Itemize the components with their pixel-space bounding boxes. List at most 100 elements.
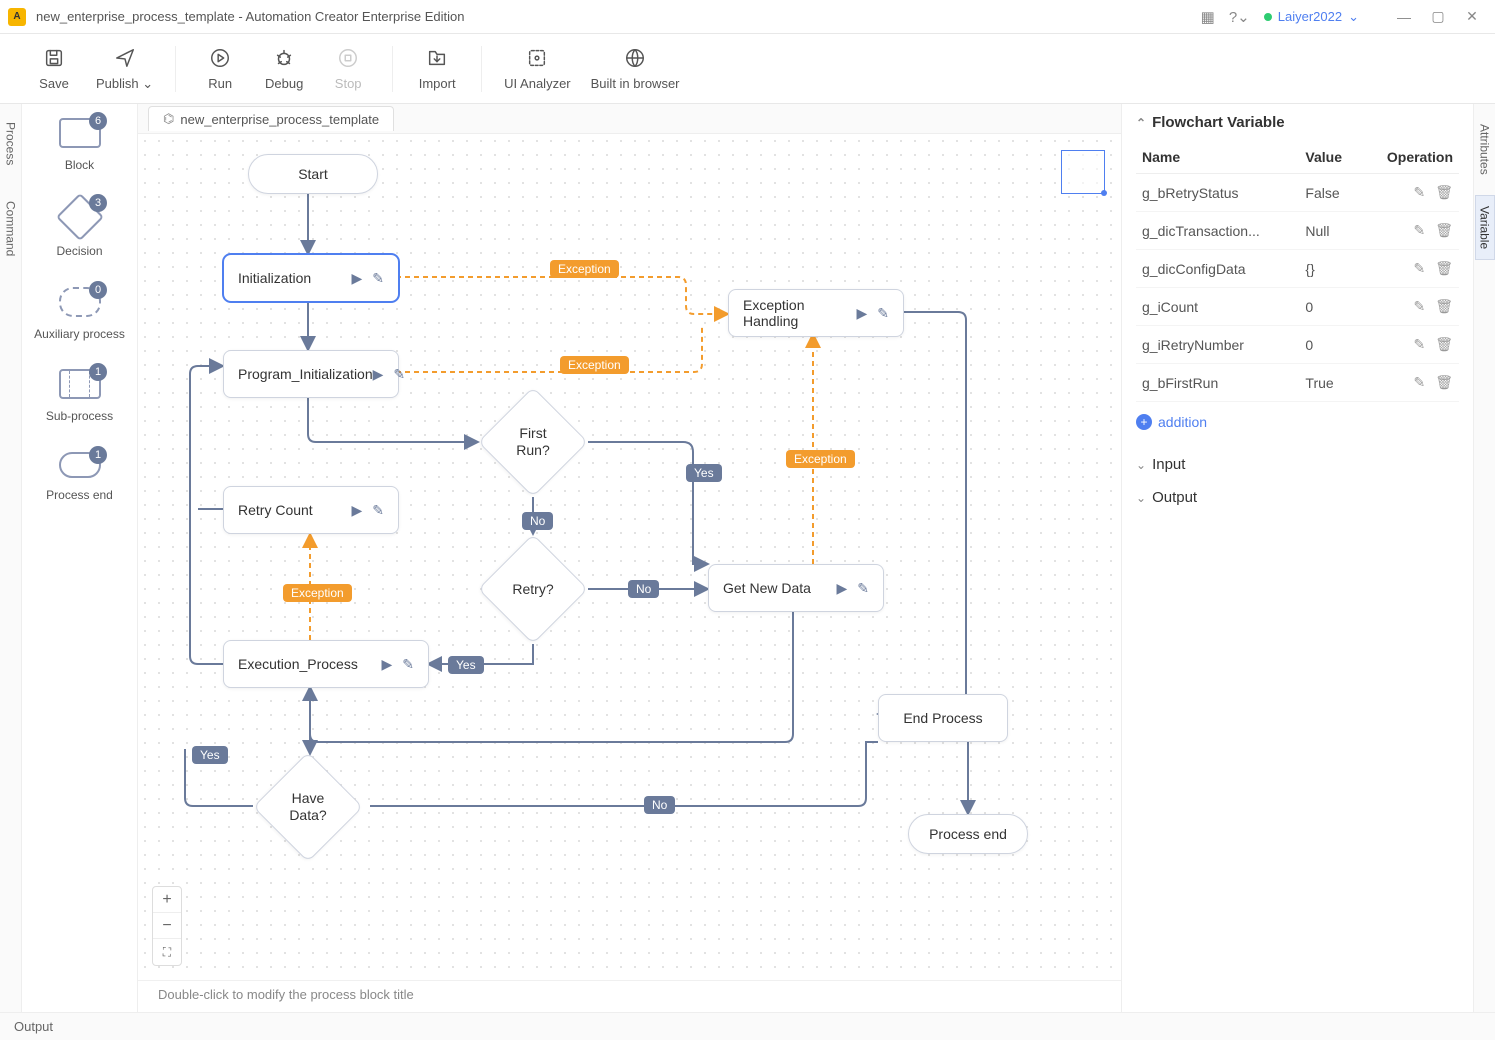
edit-icon[interactable]: ✎ [1413,374,1425,390]
var-value: 0 [1299,326,1360,364]
table-row: g_iCount0 ✎ 🗑 [1136,288,1459,326]
edit-icon[interactable]: ✎ [1413,222,1425,238]
play-icon[interactable]: ▶ [836,580,847,597]
edit-icon[interactable]: ✎ [1413,336,1425,352]
palette-sub-process[interactable]: 1 Sub-process [26,369,133,423]
apps-icon[interactable]: ▦ [1201,8,1215,26]
stop-button: Stop [326,46,370,91]
node-process-end[interactable]: Process end [908,814,1028,854]
edit-icon[interactable]: ✎ [877,305,889,322]
right-tab-variable[interactable]: Variable [1475,195,1495,260]
edit-icon[interactable]: ✎ [1413,260,1425,276]
edit-icon[interactable]: ✎ [372,502,384,519]
close-button[interactable]: ✕ [1457,5,1487,29]
publish-button[interactable]: Publish ⌄ [96,46,153,92]
delete-icon[interactable]: 🗑 [1435,336,1453,352]
add-variable-link[interactable]: + addition [1136,414,1459,430]
zoom-in-button[interactable]: + [153,887,181,913]
minimap[interactable] [1061,150,1105,194]
play-icon[interactable]: ▶ [373,366,384,383]
node-initialization[interactable]: Initialization ▶✎ [223,254,399,302]
edge-label-yes: Yes [448,656,484,674]
node-first-run[interactable]: First Run? [478,387,588,497]
editor-tab[interactable]: ⌬ new_enterprise_process_template [148,106,394,131]
main-area: Process Command 6 Block 3 Decision 0 Aux… [0,104,1495,1012]
edit-icon[interactable]: ✎ [402,656,414,673]
user-menu[interactable]: Laiyer2022 ⌄ [1264,9,1359,25]
delete-icon[interactable]: 🗑 [1435,184,1453,200]
palette-decision[interactable]: 3 Decision [26,200,133,258]
play-icon[interactable]: ▶ [856,305,867,322]
node-program-init[interactable]: Program_Initialization ▶✎ [223,350,399,398]
save-button[interactable]: Save [32,46,76,92]
edit-icon[interactable]: ✎ [1413,298,1425,314]
delete-icon[interactable]: 🗑 [1435,374,1453,390]
var-ops: ✎🗑 [1361,250,1459,288]
node-start[interactable]: Start [248,154,378,194]
help-icon[interactable]: ?⌄ [1229,8,1250,26]
debug-button[interactable]: Debug [262,46,306,91]
node-retry[interactable]: Retry? [478,534,588,644]
statusbar: Output [0,1012,1495,1040]
delete-icon[interactable]: 🗑 [1435,298,1453,314]
edge-label-no: No [522,512,553,530]
node-exception-handling[interactable]: Exception Handling ▶✎ [728,289,904,337]
palette-aux-process[interactable]: 0 Auxiliary process [26,287,133,341]
play-icon[interactable]: ▶ [381,656,392,673]
zoom-controls: + − ⛶ [152,886,182,966]
maximize-button[interactable]: ▢ [1423,5,1453,29]
section-input[interactable]: ⌄Input [1136,448,1459,481]
col-value: Value [1299,141,1360,174]
status-output[interactable]: Output [14,1019,53,1034]
var-ops: ✎🗑 [1361,364,1459,402]
delete-icon[interactable]: 🗑 [1435,222,1453,238]
right-panel: ⌃Flowchart Variable Name Value Operation… [1121,104,1473,1012]
import-button[interactable]: Import [415,46,459,91]
edge-label-yes: Yes [192,746,228,764]
node-end-process[interactable]: End Process [878,694,1008,742]
edit-icon[interactable]: ✎ [393,366,405,383]
table-row: g_bRetryStatusFalse✎🗑 [1136,174,1459,212]
builtin-browser-button[interactable]: Built in browser [591,46,680,91]
left-tab-process[interactable]: Process [2,114,20,173]
edit-icon[interactable]: ✎ [857,580,869,597]
var-name: g_iCount [1136,288,1299,326]
var-ops: ✎🗑 [1361,326,1459,364]
palette-block[interactable]: 6 Block [26,118,133,172]
run-button[interactable]: Run [198,46,242,91]
node-execution[interactable]: Execution_Process ▶✎ [223,640,429,688]
ui-analyzer-button[interactable]: UI Analyzer [504,46,570,91]
panel-title[interactable]: ⌃Flowchart Variable [1136,114,1459,131]
right-tab-attributes[interactable]: Attributes [1476,114,1494,185]
right-tab-strip: Attributes Variable [1473,104,1495,1012]
play-icon[interactable]: ▶ [351,270,362,287]
canvas-wrap: ⌬ new_enterprise_process_template [138,104,1121,1012]
zoom-fit-button[interactable]: ⛶ [153,939,181,965]
node-retry-count[interactable]: Retry Count ▶✎ [223,486,399,534]
var-name: g_dicConfigData [1136,250,1299,288]
shape-palette: 6 Block 3 Decision 0 Auxiliary process 1… [22,104,138,1012]
edge-label-exception: Exception [550,260,619,278]
edit-icon[interactable]: ✎ [1413,184,1425,200]
var-name: g_bRetryStatus [1136,174,1299,212]
col-name: Name [1136,141,1299,174]
var-name: g_bFirstRun [1136,364,1299,402]
edge-label-no: No [628,580,659,598]
plus-icon: + [1136,414,1152,430]
variable-table: Name Value Operation g_bRetryStatusFalse… [1136,141,1459,402]
palette-process-end[interactable]: 1 Process end [26,452,133,502]
delete-icon[interactable]: 🗑 [1435,260,1453,276]
titlebar: A new_enterprise_process_template - Auto… [0,0,1495,34]
left-tab-command[interactable]: Command [2,193,20,264]
edit-icon[interactable]: ✎ [372,270,384,287]
play-icon[interactable]: ▶ [351,502,362,519]
node-have-data[interactable]: Have Data? [253,752,363,862]
minimize-button[interactable]: — [1389,5,1419,29]
section-output[interactable]: ⌄Output [1136,481,1459,514]
node-get-new-data[interactable]: Get New Data ▶✎ [708,564,884,612]
editor-tabbar: ⌬ new_enterprise_process_template [138,104,1121,134]
flowchart-canvas[interactable]: Start Initialization ▶✎ Program_Initiali… [138,134,1121,980]
var-value: 0 [1299,288,1360,326]
flowchart-icon: ⌬ [163,111,174,127]
zoom-out-button[interactable]: − [153,913,181,939]
